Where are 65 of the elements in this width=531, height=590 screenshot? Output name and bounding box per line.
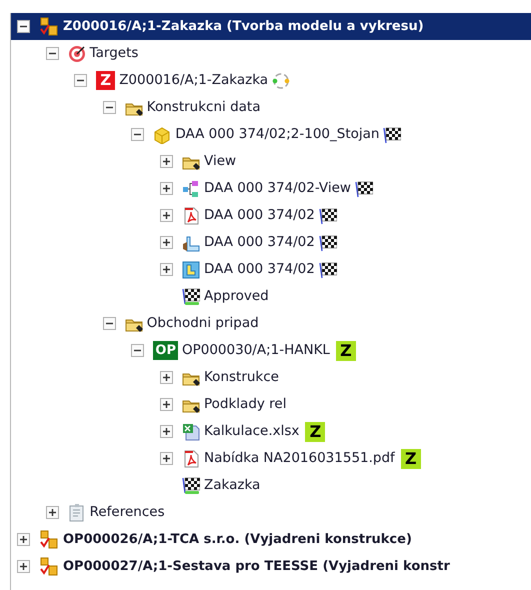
tree-item[interactable]: DAA 000 374/02 bbox=[204, 208, 315, 222]
collapse-toggle[interactable] bbox=[131, 128, 144, 141]
checkered-flag-icon bbox=[383, 126, 402, 144]
pdf-icon bbox=[182, 206, 200, 224]
tree-item[interactable]: Zakazka bbox=[204, 478, 260, 492]
expand-toggle[interactable] bbox=[46, 506, 59, 519]
expand-toggle[interactable] bbox=[160, 452, 173, 465]
expand-toggle[interactable] bbox=[160, 155, 173, 168]
expand-toggle[interactable] bbox=[160, 263, 173, 276]
expand-toggle[interactable] bbox=[17, 533, 30, 546]
expand-toggle[interactable] bbox=[160, 371, 173, 384]
checkered-flag-icon bbox=[318, 206, 337, 224]
collapse-toggle[interactable] bbox=[102, 317, 116, 330]
tree-item[interactable]: OP000027/A;1-Sestava pro TEESSE (Vyjadreni konstr bbox=[63, 560, 450, 573]
status-badge: Z bbox=[336, 340, 356, 360]
expand-toggle[interactable] bbox=[160, 236, 173, 249]
tree-item[interactable]: Konstrukce bbox=[204, 370, 279, 384]
status-badge: Z bbox=[305, 422, 326, 442]
tree-item[interactable]: Z000016/A;1-Zakazka (Tvorba modelu a vykresu) bbox=[63, 20, 424, 33]
spreadsheet-icon bbox=[182, 422, 200, 440]
tree-item[interactable]: DAA 000 374/02;2-100_Stojan bbox=[175, 128, 380, 142]
pdf-icon bbox=[182, 450, 200, 468]
tree-item[interactable]: Konstrukcni data bbox=[146, 100, 260, 114]
tree-item[interactable]: Approved bbox=[204, 290, 269, 304]
letter-icon: OP bbox=[153, 341, 178, 360]
tree-item[interactable]: Z000016/A;1-Zakazka bbox=[119, 74, 268, 88]
clipboard-icon bbox=[68, 504, 86, 522]
flag-icon bbox=[182, 287, 200, 306]
target-icon bbox=[68, 44, 86, 62]
checkered-flag-icon bbox=[318, 234, 337, 252]
tree-item[interactable]: Obchodni pripad bbox=[146, 316, 259, 330]
diagram-icon bbox=[182, 180, 200, 198]
expand-toggle[interactable] bbox=[160, 425, 173, 438]
expand-toggle[interactable] bbox=[160, 209, 173, 222]
tree-item[interactable]: DAA 000 374/02 bbox=[204, 262, 315, 276]
workflow-icon bbox=[39, 556, 59, 576]
expand-toggle[interactable] bbox=[160, 398, 173, 411]
flag-icon bbox=[182, 476, 200, 495]
letter-icon: Z bbox=[96, 71, 116, 90]
expand-toggle[interactable] bbox=[160, 182, 173, 195]
tree-item[interactable]: Nabídka NA2016031551.pdf bbox=[204, 452, 395, 466]
tree-item[interactable]: References bbox=[90, 506, 165, 520]
tree-item[interactable]: OP000030/A;1-HANKL bbox=[182, 344, 330, 358]
tree-item[interactable]: View bbox=[204, 154, 236, 168]
checkered-flag-icon bbox=[354, 180, 373, 198]
tree-item[interactable]: Targets bbox=[90, 46, 138, 60]
checkered-flag-icon bbox=[318, 260, 337, 278]
workflow-icon bbox=[39, 530, 59, 550]
collapse-toggle[interactable] bbox=[74, 74, 88, 87]
collapse-toggle[interactable] bbox=[131, 344, 144, 357]
tree-item[interactable]: DAA 000 374/02 bbox=[204, 236, 315, 250]
tree-item[interactable]: Podklady rel bbox=[204, 398, 286, 412]
status-badge: Z bbox=[400, 448, 421, 468]
workflow-icon bbox=[39, 16, 59, 36]
tree-item[interactable]: Kalkulace.xlsx bbox=[204, 424, 300, 438]
cube-icon bbox=[153, 126, 172, 144]
part-icon bbox=[182, 260, 200, 278]
drawing-icon bbox=[182, 234, 200, 252]
collapse-toggle[interactable] bbox=[17, 20, 30, 33]
collapse-toggle[interactable] bbox=[46, 47, 59, 60]
tree-item[interactable]: DAA 000 374/02-View bbox=[204, 182, 351, 196]
tree-item[interactable]: OP000026/A;1-TCA s.r.o. (Vyjadreni konstrukce) bbox=[63, 533, 412, 546]
lifecycle-icon bbox=[272, 72, 290, 90]
collapse-toggle[interactable] bbox=[102, 101, 116, 114]
expand-toggle[interactable] bbox=[17, 560, 30, 573]
